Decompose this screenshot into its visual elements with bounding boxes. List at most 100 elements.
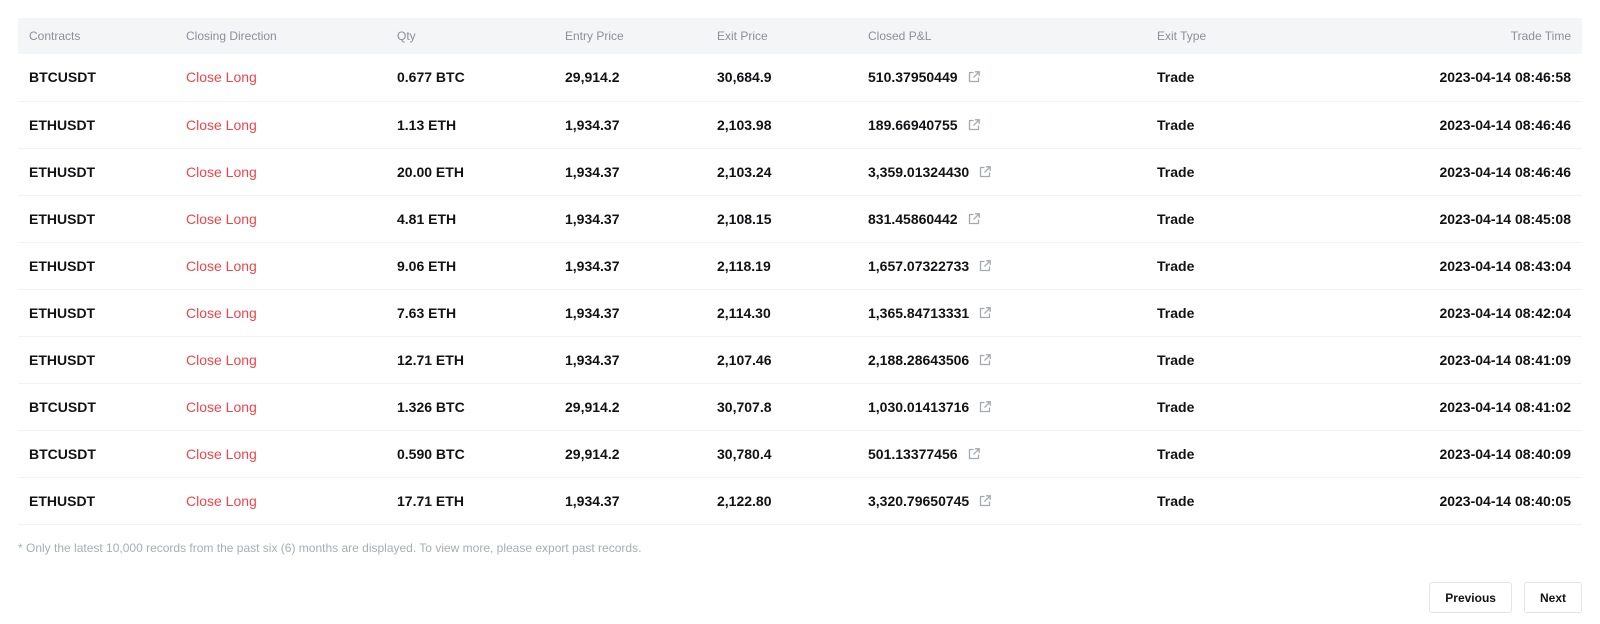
column-header-entry-price: Entry Price xyxy=(565,29,624,43)
cell-exit-type: Trade xyxy=(1157,304,1195,321)
cell-exit-type: Trade xyxy=(1157,351,1195,368)
cell-contract: ETHUSDT xyxy=(29,492,96,509)
column-header-contracts: Contracts xyxy=(29,29,81,43)
cell-trade-time: 2023-04-14 08:42:04 xyxy=(1439,304,1571,321)
cell-contract: ETHUSDT xyxy=(29,116,96,133)
cell-closed-pnl: 2,188.28643506 xyxy=(857,336,1146,383)
cell-exit-type: Trade xyxy=(1157,210,1195,227)
external-link-icon[interactable] xyxy=(978,353,992,367)
closed-pnl-value: 1,365.84713331 xyxy=(868,304,970,321)
external-link-icon[interactable] xyxy=(967,70,981,84)
cell-closed-pnl: 1,030.01413716 xyxy=(857,383,1146,430)
cell-entry-price: 1,934.37 xyxy=(565,304,620,321)
next-page-button[interactable]: Next xyxy=(1523,582,1582,613)
closed-pnl-value: 501.13377456 xyxy=(868,445,958,462)
cell-trade-time: 2023-04-14 08:46:46 xyxy=(1439,116,1571,133)
external-link-icon[interactable] xyxy=(978,165,992,179)
cell-exit-type: Trade xyxy=(1157,163,1195,180)
cell-qty: 1.13 ETH xyxy=(397,116,457,133)
cell-exit-type: Trade xyxy=(1157,492,1195,509)
cell-qty: 4.81 ETH xyxy=(397,210,457,227)
column-header-qty: Qty xyxy=(397,29,416,43)
table-body: BTCUSDT Close Long 0.677 BTC 29,914.2 30,684… xyxy=(18,54,1582,524)
cell-entry-price: 29,914.2 xyxy=(565,445,620,462)
cell-closed-pnl: 510.37950449 xyxy=(857,54,1146,101)
closed-pnl-value-group: 1,365.84713331 xyxy=(868,305,992,321)
cell-closing-direction: Close Long xyxy=(186,69,257,86)
cell-contract: ETHUSDT xyxy=(29,163,96,180)
cell-exit-type: Trade xyxy=(1157,257,1195,274)
cell-contract: BTCUSDT xyxy=(29,445,96,462)
closed-pnl-table-container: Contracts Closing Direction Qty Entry Pr… xyxy=(18,18,1582,525)
table-row: BTCUSDT Close Long 0.677 BTC 29,914.2 30,684… xyxy=(18,54,1582,101)
closed-pnl-value: 189.66940755 xyxy=(868,116,958,133)
cell-closing-direction: Close Long xyxy=(186,351,257,368)
cell-exit-price: 2,103.98 xyxy=(717,116,772,133)
external-link-icon[interactable] xyxy=(967,212,981,226)
closed-pnl-value-group: 3,359.01324430 xyxy=(868,164,992,180)
cell-entry-price: 29,914.2 xyxy=(565,69,620,86)
cell-exit-price: 30,684.9 xyxy=(717,69,772,86)
external-link-icon[interactable] xyxy=(978,400,992,414)
closed-pnl-value-group: 831.45860442 xyxy=(868,211,981,227)
cell-exit-price: 2,103.24 xyxy=(717,163,772,180)
closed-pnl-value: 3,320.79650745 xyxy=(868,492,970,509)
table-row: ETHUSDT Close Long 12.71 ETH 1,934.37 2,107.… xyxy=(18,336,1582,383)
cell-closed-pnl: 1,657.07322733 xyxy=(857,242,1146,289)
cell-trade-time: 2023-04-14 08:46:58 xyxy=(1439,69,1571,86)
cell-closing-direction: Close Long xyxy=(186,257,257,274)
cell-trade-time: 2023-04-14 08:41:02 xyxy=(1439,398,1571,415)
cell-closed-pnl: 831.45860442 xyxy=(857,195,1146,242)
table-row: ETHUSDT Close Long 17.71 ETH 1,934.37 2,122.… xyxy=(18,477,1582,524)
cell-trade-time: 2023-04-14 08:41:09 xyxy=(1439,351,1571,368)
table-row: ETHUSDT Close Long 7.63 ETH 1,934.37 2,114.3… xyxy=(18,289,1582,336)
external-link-icon[interactable] xyxy=(978,494,992,508)
closed-pnl-value: 510.37950449 xyxy=(868,69,958,86)
cell-entry-price: 1,934.37 xyxy=(565,492,620,509)
cell-exit-type: Trade xyxy=(1157,445,1195,462)
closed-pnl-value-group: 2,188.28643506 xyxy=(868,352,992,368)
external-link-icon[interactable] xyxy=(978,259,992,273)
cell-closed-pnl: 3,359.01324430 xyxy=(857,148,1146,195)
closed-pnl-value-group: 1,030.01413716 xyxy=(868,399,992,415)
external-link-icon[interactable] xyxy=(967,118,981,132)
closed-pnl-value: 831.45860442 xyxy=(868,210,958,227)
cell-contract: ETHUSDT xyxy=(29,257,96,274)
table-row: ETHUSDT Close Long 1.13 ETH 1,934.37 2,103.9… xyxy=(18,101,1582,148)
cell-exit-price: 2,107.46 xyxy=(717,351,772,368)
previous-page-button[interactable]: Previous xyxy=(1429,582,1512,613)
cell-qty: 7.63 ETH xyxy=(397,304,457,321)
column-header-closing-direction: Closing Direction xyxy=(186,29,277,43)
cell-closed-pnl: 3,320.79650745 xyxy=(857,477,1146,524)
cell-closed-pnl: 1,365.84713331 xyxy=(857,289,1146,336)
cell-qty: 1.326 BTC xyxy=(397,398,465,415)
cell-entry-price: 1,934.37 xyxy=(565,116,620,133)
cell-exit-price: 30,707.8 xyxy=(717,398,772,415)
cell-trade-time: 2023-04-14 08:40:09 xyxy=(1439,445,1571,462)
records-limit-note: * Only the latest 10,000 records from th… xyxy=(18,541,642,555)
cell-trade-time: 2023-04-14 08:46:46 xyxy=(1439,163,1571,180)
external-link-icon[interactable] xyxy=(978,306,992,320)
cell-qty: 9.06 ETH xyxy=(397,257,457,274)
external-link-icon[interactable] xyxy=(967,447,981,461)
cell-closed-pnl: 189.66940755 xyxy=(857,101,1146,148)
cell-contract: BTCUSDT xyxy=(29,398,96,415)
cell-closed-pnl: 501.13377456 xyxy=(857,430,1146,477)
cell-entry-price: 29,914.2 xyxy=(565,398,620,415)
table-header-row: Contracts Closing Direction Qty Entry Pr… xyxy=(18,18,1582,54)
cell-closing-direction: Close Long xyxy=(186,116,257,133)
closed-pnl-table: Contracts Closing Direction Qty Entry Pr… xyxy=(18,18,1582,525)
cell-closing-direction: Close Long xyxy=(186,304,257,321)
cell-exit-price: 30,780.4 xyxy=(717,445,772,462)
cell-qty: 12.71 ETH xyxy=(397,351,464,368)
pagination: Previous Next xyxy=(1429,582,1582,613)
closed-pnl-value: 2,188.28643506 xyxy=(868,351,970,368)
cell-qty: 17.71 ETH xyxy=(397,492,464,509)
cell-closing-direction: Close Long xyxy=(186,492,257,509)
cell-contract: ETHUSDT xyxy=(29,351,96,368)
closed-pnl-value: 3,359.01324430 xyxy=(868,163,970,180)
closed-pnl-value-group: 189.66940755 xyxy=(868,117,981,133)
cell-exit-price: 2,122.80 xyxy=(717,492,772,509)
closed-pnl-value-group: 510.37950449 xyxy=(868,69,981,85)
cell-qty: 20.00 ETH xyxy=(397,163,464,180)
